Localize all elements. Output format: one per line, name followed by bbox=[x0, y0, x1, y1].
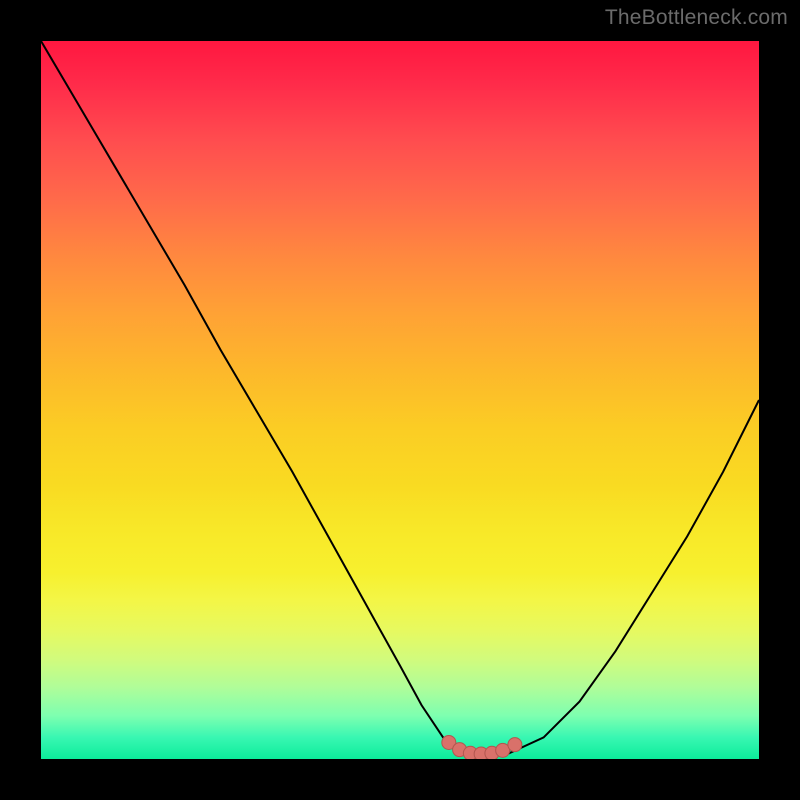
bottleneck-curve bbox=[41, 41, 759, 755]
chart-svg bbox=[41, 41, 759, 759]
curve-path bbox=[41, 41, 759, 755]
watermark-text: TheBottleneck.com bbox=[605, 6, 788, 30]
optimal-range-markers bbox=[442, 735, 522, 759]
marker-dot bbox=[508, 738, 522, 752]
plot-area bbox=[41, 41, 759, 759]
chart-container: TheBottleneck.com bbox=[0, 0, 800, 800]
